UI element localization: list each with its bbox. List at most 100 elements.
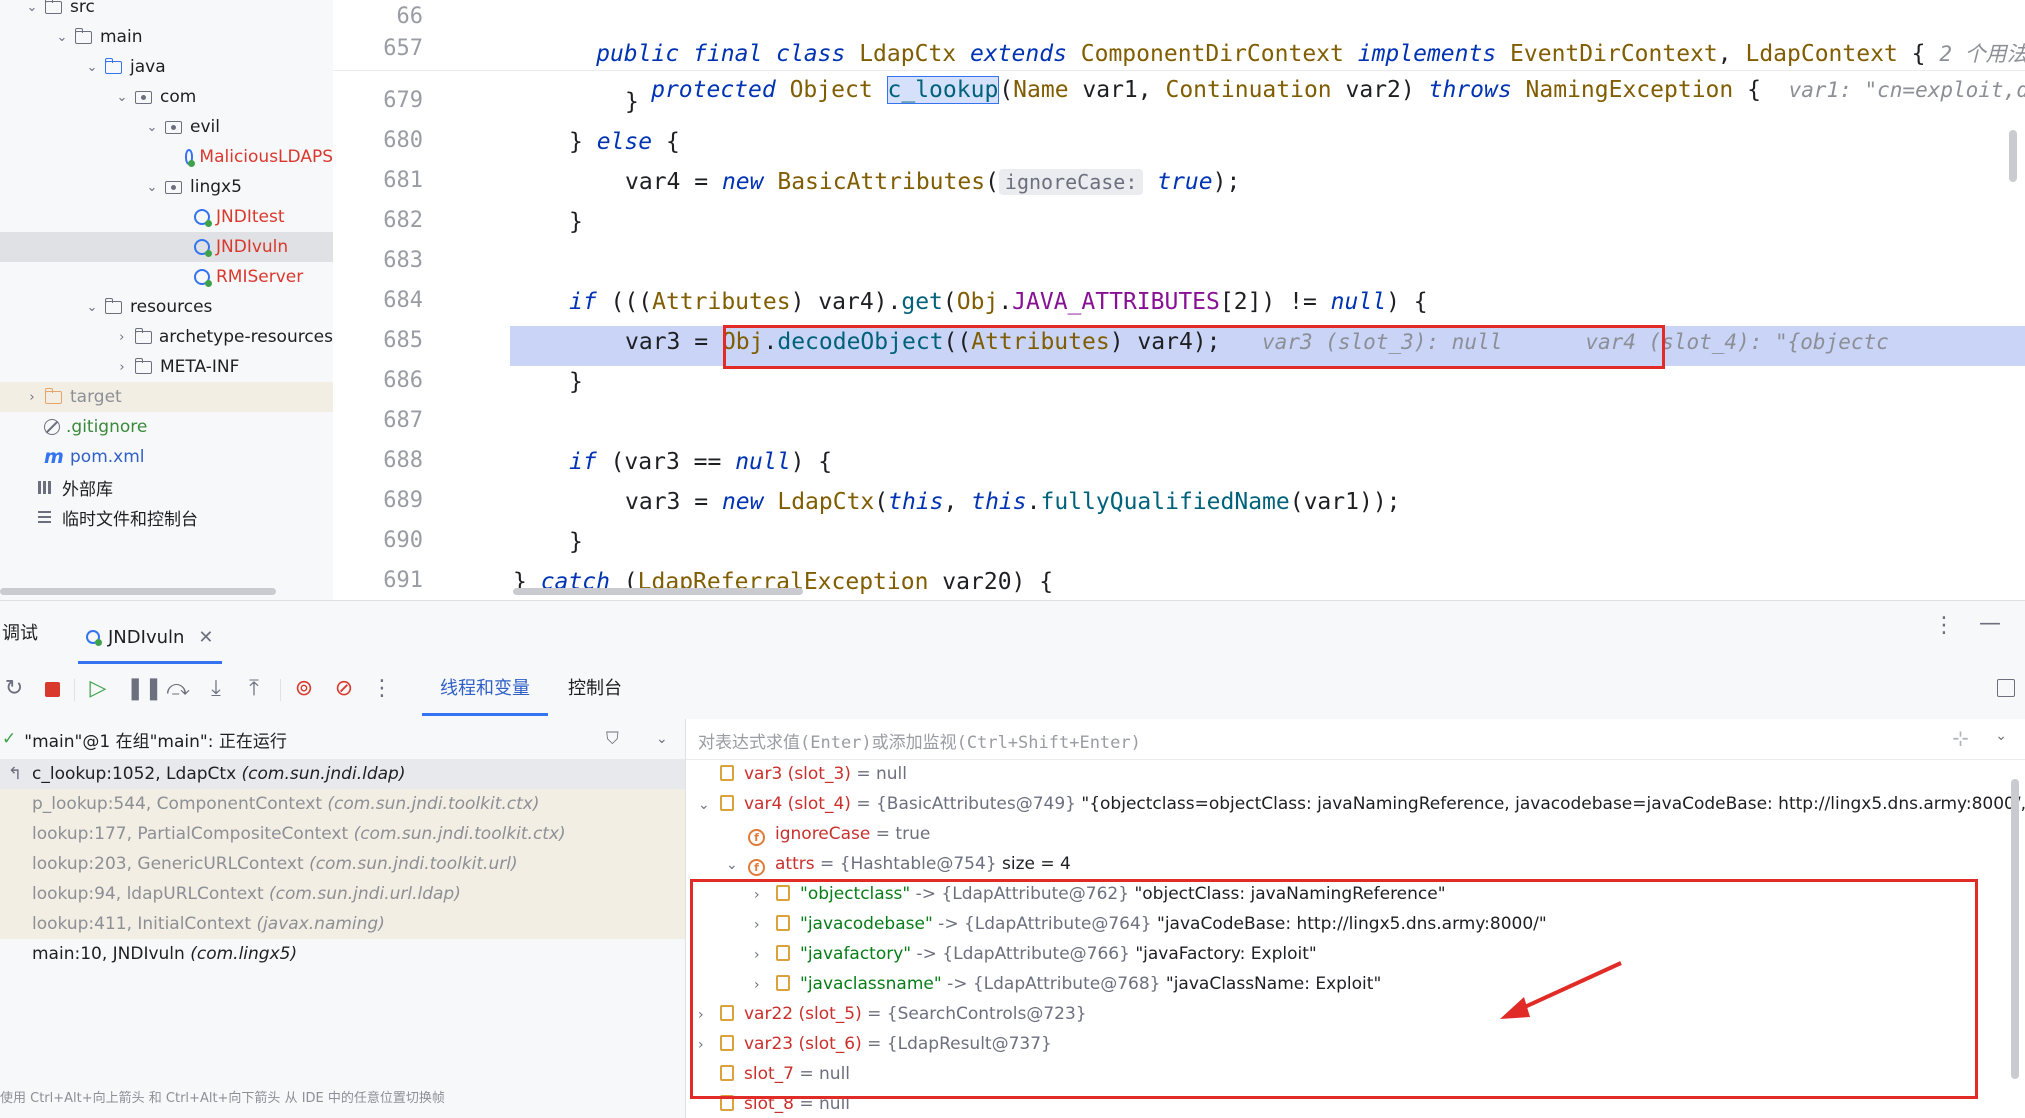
tree-horizontal-scrollbar[interactable]: [0, 588, 276, 595]
tree-item-com[interactable]: ⌄ com: [0, 82, 333, 112]
tab-threads-variables[interactable]: 线程和变量: [422, 661, 548, 716]
chevron-down-icon[interactable]: ⌄: [656, 731, 668, 747]
rerun-icon[interactable]: ↻: [2, 677, 26, 701]
tree-item-archetype-resources[interactable]: › archetype-resources: [0, 322, 333, 352]
tree-item-meta-inf[interactable]: › META-INF: [0, 352, 333, 382]
debug-session-tab[interactable]: JNDIvuln ✕: [78, 613, 222, 664]
stack-frame[interactable]: lookup:411, InitialContext (javax.naming…: [0, 909, 685, 939]
stack-frame[interactable]: lookup:94, ldapURLContext (com.sun.jndi.…: [0, 879, 685, 909]
stop-icon[interactable]: [40, 677, 64, 701]
more-options-icon[interactable]: ⋮: [1933, 613, 1955, 638]
tree-item-jndivuln[interactable]: JNDIvuln: [0, 232, 333, 262]
stack-frame[interactable]: lookup:177, PartialCompositeContext (com…: [0, 819, 685, 849]
code-line[interactable]: if (((Attributes) var4).get(Obj.JAVA_ATT…: [569, 282, 1428, 322]
code-line[interactable]: }: [569, 362, 583, 402]
stack-frame[interactable]: p_lookup:544, ComponentContext (com.sun.…: [0, 789, 685, 819]
maven-icon: m: [44, 446, 64, 468]
step-into-icon[interactable]: ⤓: [204, 677, 228, 701]
close-tab-icon[interactable]: ✕: [198, 627, 213, 648]
editor-vertical-scrollbar[interactable]: [2009, 130, 2017, 182]
code-editor[interactable]: 679} 680} else {681 var4 = new BasicAttrib…: [333, 0, 2025, 600]
debug-window-title: 调试: [2, 623, 38, 644]
code-line[interactable]: if (var3 == null) {: [569, 442, 832, 482]
variable-row[interactable]: ⌄ f attrs = {Hashtable@754} size = 4: [726, 849, 1071, 879]
variable-row[interactable]: f ignoreCase = true: [726, 819, 930, 849]
pause-icon[interactable]: ❚❚: [126, 677, 163, 701]
layout-icon[interactable]: [1997, 679, 2015, 697]
variable-name: var4 (slot_4): [744, 794, 851, 814]
stack-frame[interactable]: main:10, JNDIvuln (com.lingx5): [0, 939, 685, 969]
evaluate-expression-field[interactable]: 对表达式求值(Enter)或添加监视(Ctrl+Shift+Enter) ⊹ ⌄: [686, 719, 2025, 760]
resources-folder-icon: [104, 298, 124, 316]
chevron-down-icon[interactable]: ⌄: [144, 180, 160, 195]
resume-icon[interactable]: ▷: [86, 677, 110, 701]
sticky-class-declaration[interactable]: public final class LdapCtx extends Compo…: [513, 0, 2025, 67]
chevron-down-icon[interactable]: ⌄: [84, 300, 100, 315]
variables-scrollbar[interactable]: [2011, 779, 2019, 1079]
chevron-down-icon[interactable]: ⌄: [114, 90, 130, 105]
mute-breakpoints-icon[interactable]: ⊘: [332, 677, 356, 701]
line-number: 688: [383, 448, 423, 473]
tree-item-jnditest[interactable]: JNDItest: [0, 202, 333, 232]
chevron-down-icon[interactable]: ⌄: [1995, 728, 2007, 744]
java-class-icon: [194, 209, 212, 227]
tree-item-src[interactable]: ⌄ src: [0, 0, 333, 22]
tree-item-main[interactable]: ⌄ main: [0, 22, 333, 52]
chevron-right-icon[interactable]: ›: [24, 390, 40, 405]
tree-item--[interactable]: 临时文件和控制台: [0, 502, 333, 532]
chevron-right-icon[interactable]: ›: [114, 360, 130, 375]
tree-item-pom-xml[interactable]: m pom.xml: [0, 442, 333, 472]
step-out-icon[interactable]: ⤒: [242, 677, 266, 701]
field-icon: f: [748, 829, 765, 846]
thread-selector[interactable]: ✓ "main"@1 在组"main": 正在运行 ⛉ ⌄: [0, 719, 685, 759]
tree-item-java[interactable]: ⌄ java: [0, 52, 333, 82]
line-number: 685: [383, 328, 423, 353]
chevron-down-icon[interactable]: ⌄: [698, 790, 720, 820]
more-actions-icon[interactable]: ⋮: [370, 677, 394, 701]
frame-method: main:10, JNDIvuln: [32, 944, 185, 964]
excluded-folder-icon: [44, 388, 64, 406]
stack-frame[interactable]: ↰ c_lookup:1052, LdapCtx (com.sun.jndi.ld…: [0, 759, 685, 789]
tree-item-label: evil: [190, 117, 220, 137]
tree-item--[interactable]: 外部库: [0, 472, 333, 502]
step-over-icon[interactable]: ⤼: [166, 677, 190, 701]
chevron-down-icon[interactable]: ⌄: [726, 850, 748, 880]
folder-icon: [44, 0, 64, 16]
tree-item-evil[interactable]: ⌄ evil: [0, 112, 333, 142]
tab-console[interactable]: 控制台: [550, 661, 640, 713]
tree-item-resources[interactable]: ⌄ resources: [0, 292, 333, 322]
tree-item-label: src: [70, 0, 95, 17]
debug-session-label: JNDIvuln: [108, 626, 185, 648]
code-line[interactable]: }: [569, 202, 583, 242]
code-line[interactable]: }: [569, 522, 583, 562]
minimize-icon[interactable]: —: [1979, 611, 2001, 636]
tree-item-target[interactable]: › target: [0, 382, 333, 412]
variable-row[interactable]: var3 (slot_3) = null: [698, 759, 907, 789]
tree-item-lingx5[interactable]: ⌄ lingx5: [0, 172, 333, 202]
code-line[interactable]: var4 = new BasicAttributes(ignoreCase: t…: [625, 162, 1240, 202]
line-number: 691: [383, 568, 423, 593]
parameter-inlay-hint: ignoreCase:: [998, 169, 1144, 195]
sticky-method-declaration[interactable]: protected Object c_lookup(Name var1, Con…: [568, 30, 2025, 104]
folder-icon: [134, 328, 153, 346]
tree-item--gitignore[interactable]: .gitignore: [0, 412, 333, 442]
variable-type: = {BasicAttributes@749}: [850, 794, 1082, 814]
filter-icon[interactable]: ⛉: [606, 729, 619, 749]
chevron-down-icon[interactable]: ⌄: [24, 0, 40, 15]
add-watch-icon[interactable]: ⊹: [1952, 726, 1969, 750]
code-line[interactable]: var3 = new LdapCtx(this, this.fullyQuali…: [625, 482, 1401, 522]
editor-horizontal-scrollbar[interactable]: [513, 588, 803, 595]
stack-frame[interactable]: lookup:203, GenericURLContext (com.sun.j…: [0, 849, 685, 879]
tree-item-rmiserver[interactable]: RMIServer: [0, 262, 333, 292]
frame-package: (com.sun.jndi.toolkit.ctx): [327, 794, 540, 814]
tree-item-maliciousldaps[interactable]: MaliciousLDAPS: [0, 142, 333, 172]
variable-row[interactable]: ⌄ var4 (slot_4) = {BasicAttributes@749} "…: [698, 789, 2025, 819]
gitignore-icon: [44, 419, 60, 435]
return-icon: ↰: [8, 764, 23, 784]
chevron-right-icon[interactable]: ›: [114, 330, 130, 345]
chevron-down-icon[interactable]: ⌄: [54, 30, 70, 45]
chevron-down-icon[interactable]: ⌄: [144, 120, 160, 135]
chevron-down-icon[interactable]: ⌄: [84, 60, 100, 75]
variable-icon: [720, 765, 734, 781]
view-breakpoints-icon[interactable]: ⊚: [292, 677, 316, 701]
